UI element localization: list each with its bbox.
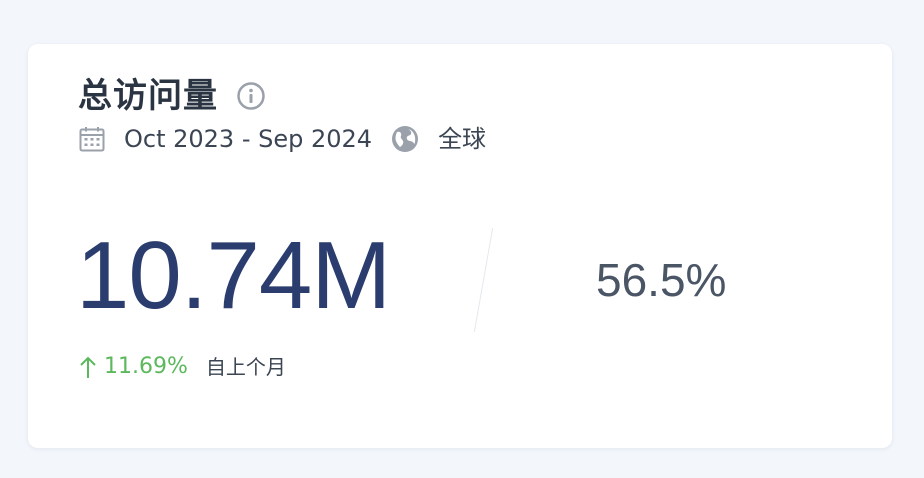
- change-label: 自上个月: [205, 355, 286, 379]
- share-value: 56.5%: [596, 254, 727, 306]
- card-title: 总访问量: [78, 76, 218, 116]
- total-visits-value: 10.74M: [76, 222, 391, 329]
- total-visits-card: 总访问量 Oct 2023 - Sep 2024 全球 10.74M 56.5%…: [28, 44, 892, 448]
- calendar-icon: [78, 125, 106, 153]
- arrow-up-icon: [78, 354, 98, 380]
- title-row: 总访问量: [78, 74, 266, 118]
- region-label: 全球: [438, 125, 487, 153]
- meta-row: Oct 2023 - Sep 2024 全球: [78, 122, 486, 156]
- info-icon[interactable]: [236, 81, 266, 111]
- globe-icon: [390, 124, 420, 154]
- change-value: 11.69%: [104, 354, 188, 379]
- divider: [473, 228, 494, 332]
- change-row: 11.69% 自上个月: [78, 350, 286, 384]
- date-range: Oct 2023 - Sep 2024: [124, 125, 373, 153]
